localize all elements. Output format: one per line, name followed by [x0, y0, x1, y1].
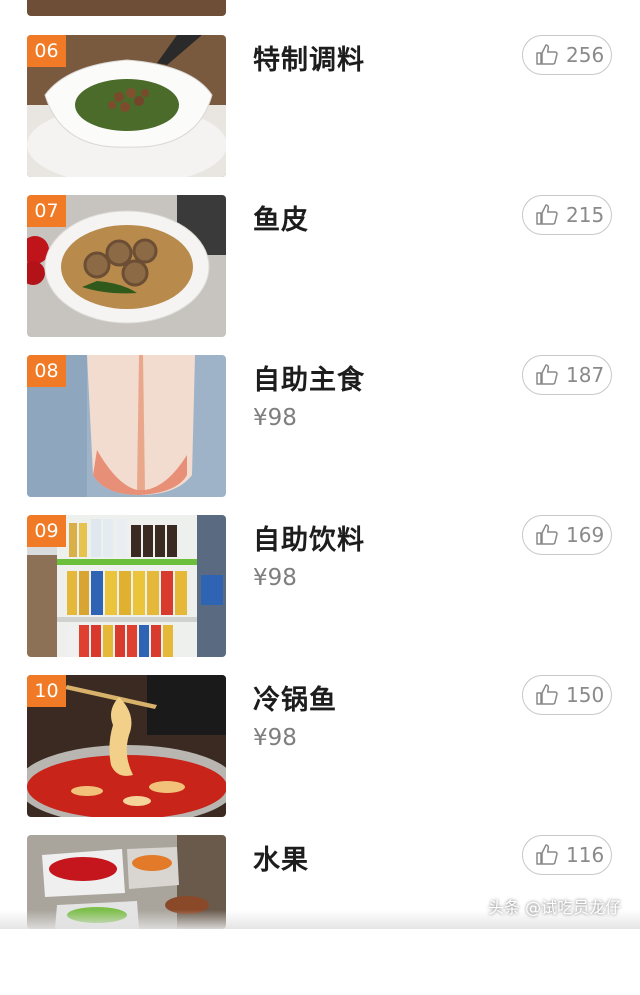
list-item[interactable]: 09 自助饮料 ¥98 169	[0, 515, 640, 675]
previous-item-thumbnail[interactable]	[27, 0, 226, 16]
thumbs-up-icon	[536, 204, 558, 225]
like-count: 215	[566, 203, 605, 227]
thumbs-up-icon	[536, 44, 558, 65]
list-item[interactable]: 07 鱼皮 215	[0, 195, 640, 355]
like-count: 187	[566, 363, 605, 387]
item-name[interactable]: 水果	[253, 838, 309, 877]
like-button[interactable]: 187	[522, 355, 612, 395]
item-name[interactable]: 自助饮料	[253, 518, 365, 557]
like-count: 150	[566, 683, 605, 707]
thumbs-up-icon	[536, 524, 558, 545]
like-count: 116	[566, 843, 605, 867]
item-name[interactable]: 自助主食	[253, 358, 365, 397]
like-button[interactable]: 256	[522, 35, 612, 75]
list-item[interactable]: 06 特制调料 256	[0, 35, 640, 195]
thumbs-up-icon	[536, 844, 558, 865]
item-price: ¥98	[253, 565, 297, 591]
like-button[interactable]: 150	[522, 675, 612, 715]
rank-badge: 07	[27, 195, 66, 227]
item-name[interactable]: 冷锅鱼	[253, 678, 337, 717]
like-count: 256	[566, 43, 605, 67]
thumbs-up-icon	[536, 684, 558, 705]
watermark: 头条 @试吃员龙仔	[488, 898, 622, 917]
thumbs-up-icon	[536, 364, 558, 385]
item-name[interactable]: 特制调料	[253, 38, 365, 77]
item-price: ¥98	[253, 725, 297, 751]
rank-badge: 06	[27, 35, 66, 67]
list-item[interactable]: 08 自助主食 ¥98 187	[0, 355, 640, 515]
like-button[interactable]: 169	[522, 515, 612, 555]
item-price: ¥98	[253, 405, 297, 431]
rank-badge: 08	[27, 355, 66, 387]
like-button[interactable]: 116	[522, 835, 612, 875]
rank-badge: 10	[27, 675, 66, 707]
list-item[interactable]: 10 冷锅鱼 ¥98 150	[0, 675, 640, 835]
rank-badge: 09	[27, 515, 66, 547]
item-name[interactable]: 鱼皮	[253, 198, 309, 237]
like-button[interactable]: 215	[522, 195, 612, 235]
like-count: 169	[566, 523, 605, 547]
